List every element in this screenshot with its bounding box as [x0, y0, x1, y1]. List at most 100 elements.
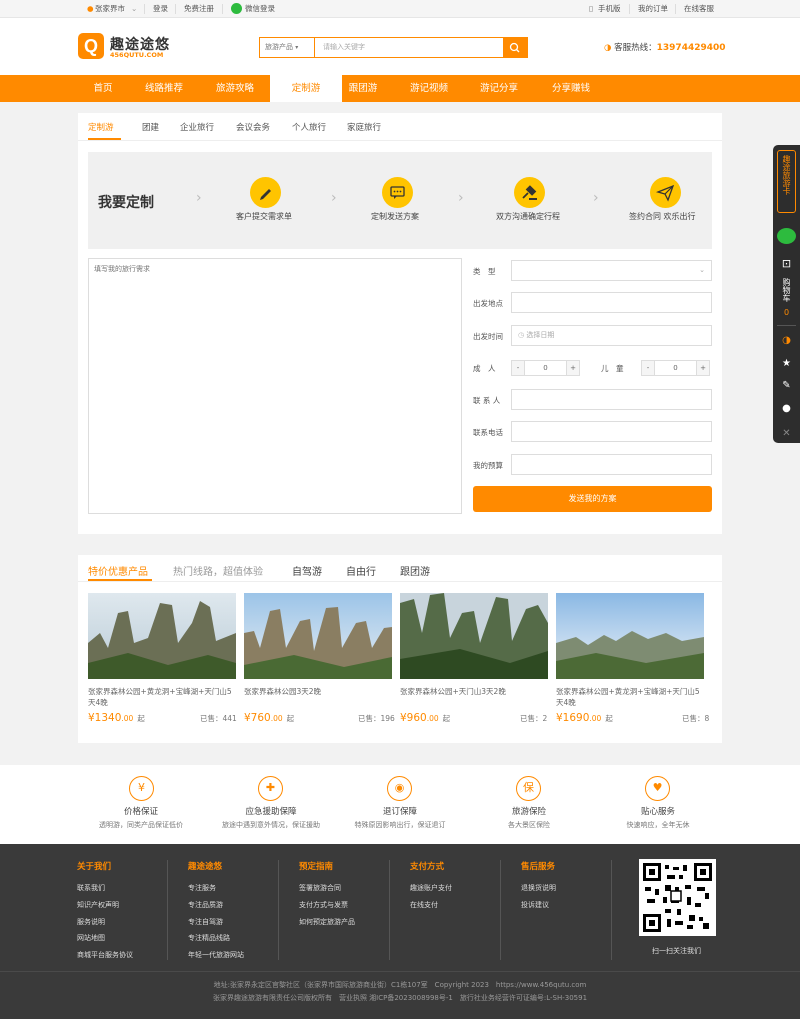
wechat-login-link[interactable]: 微信登录	[245, 4, 275, 14]
child-plus-button[interactable]: +	[696, 361, 709, 375]
mobile-link[interactable]: 手机版	[598, 4, 621, 14]
tab-team[interactable]: 团建	[142, 121, 159, 133]
nav-item-guides[interactable]: 旅游攻略	[199, 75, 271, 102]
location-select[interactable]: 张家界市	[95, 4, 125, 14]
budget-input[interactable]	[511, 454, 712, 475]
step-label-2: 定制发送方案	[371, 212, 419, 221]
footer-link[interactable]: 知识产权声明	[77, 900, 119, 910]
footer-link[interactable]: 支付方式与发票	[299, 900, 348, 910]
footer-heading: 关于我们	[77, 862, 112, 872]
product-image[interactable]	[556, 593, 704, 679]
adult-stepper: - 0 +	[511, 360, 580, 376]
logo-icon[interactable]: Q	[78, 33, 104, 59]
adult-minus-button[interactable]: -	[512, 361, 525, 375]
cart-icon[interactable]: ⊡	[773, 258, 800, 269]
tab-deals[interactable]: 特价优惠产品	[88, 563, 148, 578]
product-title[interactable]: 张家界森林公园+黄龙洞+宝峰湖+天门山5天4晚	[88, 686, 236, 708]
footer-link[interactable]: 网站地图	[77, 933, 105, 943]
feature-desc: 旅途中遇到意外情况，保证援助	[222, 821, 320, 829]
footer-heading: 趣途途悠	[188, 862, 223, 872]
footer-link[interactable]: 专注品质游	[188, 900, 223, 910]
footer-link[interactable]: 专注服务	[188, 883, 216, 893]
footer-link[interactable]: 投诉建议	[521, 900, 549, 910]
footer-link[interactable]: 如何预定旅游产品	[299, 917, 355, 927]
headset-icon[interactable]: ◑	[773, 336, 800, 346]
wechat-icon	[231, 3, 242, 14]
user-icon[interactable]: ●	[773, 404, 800, 414]
my-orders-link[interactable]: 我的订单	[638, 4, 668, 14]
cart-label[interactable]: 购物车	[773, 273, 800, 307]
adult-count[interactable]: 0	[525, 361, 566, 375]
footer-heading: 预定指南	[299, 862, 334, 872]
copyright-line: 地址:张家界永定区官黎社区（张家界市国际旅游商业街）C1栋107室 Copyri…	[213, 981, 587, 989]
type-select[interactable]: ⌄	[511, 260, 712, 281]
depart-place-label: 出发地点	[473, 299, 503, 308]
product-title[interactable]: 张家界森林公园+黄龙洞+宝峰湖+天门山5天4晚	[556, 686, 704, 708]
login-link[interactable]: 登录	[153, 4, 168, 14]
phone-input[interactable]	[511, 421, 712, 442]
tab-personal[interactable]: 个人旅行	[292, 121, 326, 133]
tab-free-travel[interactable]: 自由行	[346, 563, 376, 578]
pencil-icon	[250, 177, 281, 208]
tab-corporate[interactable]: 企业旅行	[180, 121, 214, 133]
submit-button[interactable]: 发送我的方案	[473, 486, 712, 512]
requirements-textarea[interactable]	[88, 258, 462, 514]
search-input[interactable]: 请输入关键字	[323, 38, 365, 57]
yen-icon: ¥	[129, 776, 154, 801]
depart-time-label: 出发时间	[473, 332, 503, 341]
product-title[interactable]: 张家界森林公园3天2晚	[244, 686, 392, 697]
tab-self-drive[interactable]: 自驾游	[292, 563, 322, 578]
child-minus-button[interactable]: -	[642, 361, 655, 375]
type-label: 类 型	[473, 267, 496, 276]
clock-icon: ◷	[518, 331, 525, 339]
search-category-select[interactable]: 旅游产品 ▾	[260, 38, 315, 57]
footer-link[interactable]: 商城平台服务协议	[77, 950, 133, 960]
depart-place-input[interactable]	[511, 292, 712, 313]
online-service-link[interactable]: 在线客服	[684, 4, 714, 14]
product-image[interactable]	[400, 593, 548, 679]
travel-card-button[interactable]: 趣途旅游卡	[777, 150, 796, 213]
nav-item-earn[interactable]: 分享赚钱	[535, 75, 607, 102]
footer-link[interactable]: 退换货说明	[521, 883, 556, 893]
footer-link[interactable]: 签署旅游合同	[299, 883, 341, 893]
depart-date-input[interactable]: ◷ 选择日期	[511, 325, 712, 346]
chevron-right-icon: ›	[331, 190, 337, 206]
footer-link[interactable]: 在线支付	[410, 900, 438, 910]
nav-item-group[interactable]: 跟团游	[327, 75, 399, 102]
adult-plus-button[interactable]: +	[566, 361, 579, 375]
active-tab-indicator	[88, 579, 152, 581]
tab-family[interactable]: 家庭旅行	[347, 121, 381, 133]
pencil-icon[interactable]: ✎	[773, 381, 800, 391]
tab-custom[interactable]: 定制游	[88, 121, 114, 133]
star-icon[interactable]: ★	[773, 359, 800, 369]
footer-link[interactable]: 专注自驾游	[188, 917, 223, 927]
product-sold: 已售：441	[200, 714, 237, 723]
tab-hot-routes[interactable]: 热门线路，超值体验	[173, 563, 263, 578]
product-price: ¥960.00 起	[400, 712, 451, 724]
contact-input[interactable]	[511, 389, 712, 410]
hotline-label: 客服热线：	[614, 43, 657, 53]
close-icon[interactable]: ✕	[773, 429, 800, 439]
child-count[interactable]: 0	[655, 361, 696, 375]
product-title[interactable]: 张家界森林公园+天门山3天2晚	[400, 686, 548, 697]
wechat-icon[interactable]	[777, 228, 796, 244]
product-image[interactable]	[244, 593, 392, 679]
logo-domain: 456QUTU.COM	[110, 51, 164, 59]
phone-icon: ▯	[589, 4, 594, 13]
tab-group-tour[interactable]: 跟团游	[400, 563, 430, 578]
search-button[interactable]	[503, 38, 527, 57]
footer-link[interactable]: 年轻一代旅游网站	[188, 950, 244, 960]
feature-title: 价格保证	[123, 807, 158, 817]
product-image[interactable]	[88, 593, 236, 679]
product-price: ¥1690.00 起	[556, 712, 613, 724]
footer-link[interactable]: 服务说明	[77, 917, 105, 927]
nav-item-share[interactable]: 游记分享	[463, 75, 535, 102]
nav-item-routes[interactable]: 线路推荐	[128, 75, 200, 102]
tab-conference[interactable]: 会议会务	[236, 121, 270, 133]
register-link[interactable]: 免费注册	[184, 4, 214, 14]
footer-link[interactable]: 联系我们	[77, 883, 105, 893]
footer-link[interactable]: 专注精品线路	[188, 933, 230, 943]
copyright-line: 张家界趣途旅游有限责任公司版权所有 营业执照 湘ICP备2023008998号-…	[212, 994, 588, 1002]
nav-item-videos[interactable]: 游记视频	[393, 75, 465, 102]
footer-link[interactable]: 趣途账户支付	[410, 883, 452, 893]
